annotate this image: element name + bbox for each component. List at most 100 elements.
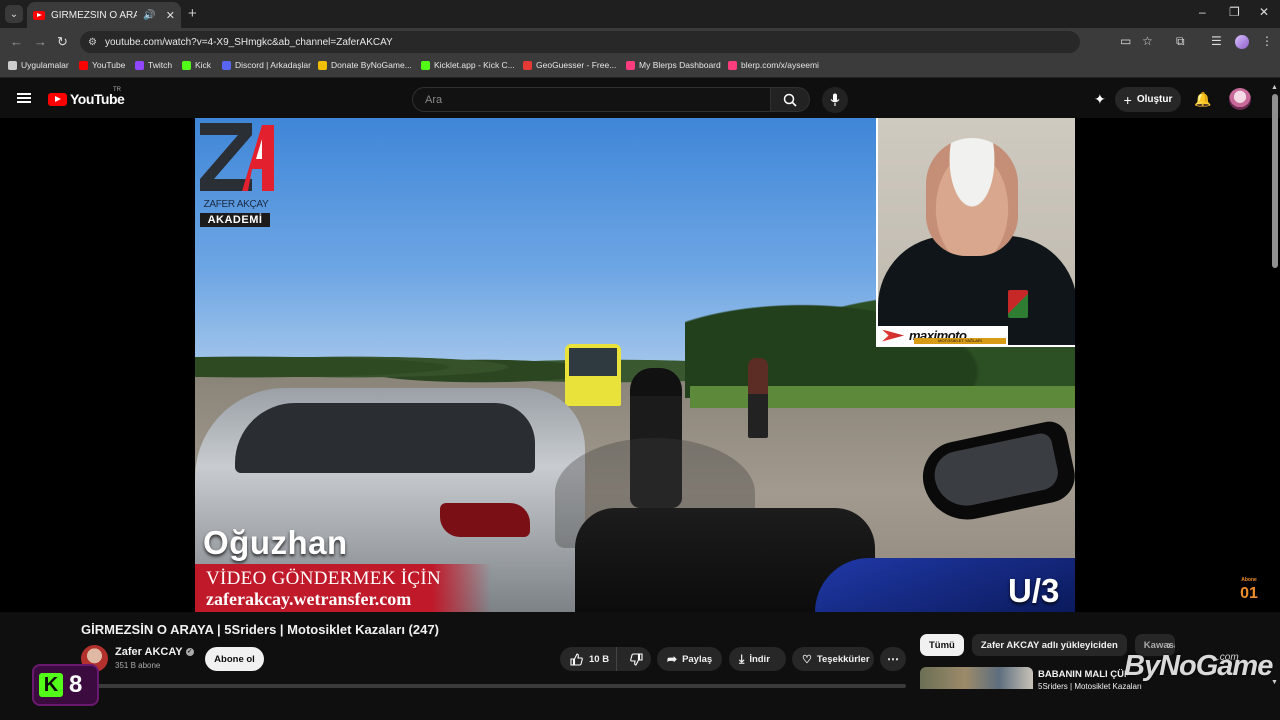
create-button[interactable]: + Oluştur: [1115, 87, 1181, 112]
scrollbar-thumb[interactable]: [1272, 94, 1278, 268]
search-button[interactable]: [770, 87, 810, 112]
forward-icon[interactable]: →: [34, 34, 47, 49]
share-arrow-icon: ➦: [667, 652, 678, 666]
audio-playing-icon[interactable]: 🔊: [143, 10, 155, 21]
notifications-bell-icon[interactable]: 🔔: [1194, 91, 1211, 108]
maximoto-sponsor-logo: maximoto MOTOSİKLET YAĞLARI: [878, 326, 1008, 345]
blerp-icon: [728, 60, 737, 70]
region-code: TR: [113, 87, 121, 93]
channel-name-link[interactable]: Zafer AKCAY ✓: [115, 646, 194, 658]
site-info-icon[interactable]: ⚙: [88, 37, 97, 48]
description-divider: [81, 684, 906, 688]
geoguesser-icon: [523, 60, 532, 70]
discord-icon: [222, 60, 231, 70]
youtube-play-icon: [48, 92, 67, 106]
download-label: İndir: [749, 653, 770, 665]
microphone-icon: [830, 93, 840, 106]
profile-avatar[interactable]: [1235, 35, 1249, 49]
verified-check-icon: ✓: [185, 648, 194, 657]
browser-tab-active[interactable]: GİRMEZSİN O ARAYA | 5Sriders 🔊 ✕: [27, 2, 181, 28]
youtube-logo[interactable]: YouTube TR: [48, 87, 125, 107]
recommendation-title[interactable]: BABANIN MALI ÇÜNKÜ: [1038, 669, 1128, 680]
browser-menu-icon[interactable]: ⋮: [1261, 34, 1273, 48]
bookmark-blerps-dashboard[interactable]: My Blerps Dashboard: [626, 60, 721, 70]
presenter-picture-in-picture: maximoto MOTOSİKLET YAĞLARI: [876, 118, 1075, 347]
minimize-icon[interactable]: –: [1199, 5, 1206, 19]
sparkle-icon[interactable]: ✦: [1094, 91, 1106, 108]
blerp-icon: [626, 60, 635, 70]
search-input[interactable]: Ara: [412, 87, 771, 112]
bookmark-twitch[interactable]: Twitch: [135, 60, 172, 70]
bookmark-youtube[interactable]: YouTube: [79, 60, 125, 70]
cast-icon[interactable]: ▭: [1120, 34, 1131, 48]
bookmark-blerp[interactable]: blerp.com/x/ayseemi: [728, 60, 819, 70]
dislike-button[interactable]: [622, 647, 651, 671]
tab-search-button[interactable]: ⌄: [5, 5, 23, 23]
voice-search-button[interactable]: [822, 87, 848, 113]
media-control-icon[interactable]: ☰: [1211, 34, 1222, 48]
like-button[interactable]: 10 B: [560, 647, 617, 671]
search-icon: [783, 93, 797, 107]
extensions-icon[interactable]: ⧉: [1176, 34, 1185, 49]
subscribe-watermark[interactable]: Abone 01: [1236, 578, 1262, 604]
plus-icon: +: [1123, 91, 1132, 108]
bookmark-donate-bynogame[interactable]: Donate ByNoGame...: [318, 60, 412, 70]
create-label: Oluştur: [1136, 94, 1173, 105]
bynogame-domain: .com: [1217, 652, 1239, 663]
bookmark-geoguesser[interactable]: GeoGuesser - Free...: [523, 60, 616, 70]
shirt-logo-icon: [1008, 290, 1028, 318]
like-count: 10 B: [589, 653, 610, 665]
guide-menu-icon[interactable]: [17, 93, 31, 103]
youtube-icon: [79, 60, 88, 70]
scroll-down-icon[interactable]: ▼: [1271, 679, 1278, 686]
scroll-up-icon[interactable]: ▲: [1271, 84, 1278, 91]
tab-close-icon[interactable]: ✕: [166, 9, 175, 22]
thanks-button[interactable]: ♡ Teşekkürler: [792, 647, 874, 671]
bookmark-kicklet[interactable]: Kicklet.app - Kick C...: [421, 60, 515, 70]
reload-icon[interactable]: ↻: [57, 34, 68, 50]
thanks-label: Teşekkürler: [816, 653, 870, 665]
share-button[interactable]: ➦ Paylaş: [657, 647, 722, 671]
restore-icon[interactable]: ❐: [1229, 5, 1240, 19]
recommendation-subtitle: 5Sriders | Motosiklet Kazaları: [1038, 682, 1142, 691]
za-logo-icon: [200, 123, 274, 191]
youtube-favicon-icon: [33, 10, 45, 20]
tab-strip: ⌄ GİRMEZSİN O ARAYA | 5Sriders 🔊 ✕ + – ❐…: [0, 0, 1280, 28]
new-tab-button[interactable]: +: [188, 5, 197, 22]
send-video-url: zaferakcay.wetransfer.com: [206, 589, 412, 609]
bookmark-uygulamalar[interactable]: Uygulamalar: [8, 60, 69, 70]
youtube-wordmark: YouTube: [70, 91, 125, 107]
back-icon[interactable]: ←: [10, 34, 23, 49]
apps-grid-icon: [8, 60, 17, 70]
address-bar[interactable]: ⚙ youtube.com/watch?v=4-X9_SHmgkc&ab_cha…: [80, 31, 1080, 53]
bookmark-discord[interactable]: Discord | Arkadaşlar: [222, 60, 311, 70]
window-close-icon[interactable]: ✕: [1259, 5, 1269, 19]
recommendation-thumbnail[interactable]: [920, 667, 1033, 689]
zafer-akcay-academy-logo: ZAFER AKÇAY AKADEMİ: [198, 121, 274, 227]
more-dots-icon: ⋯: [887, 652, 899, 666]
kick-icon: [182, 60, 191, 70]
more-actions-button[interactable]: ⋯: [880, 647, 906, 671]
bynogame-icon: [318, 60, 327, 70]
kick-logo-icon: K: [39, 673, 63, 697]
watermark-top-text: Abone: [1241, 577, 1257, 583]
twitch-icon: [135, 60, 144, 70]
chip-from-uploader[interactable]: Zafer AKCAY adlı yükleyiciden: [971, 634, 1127, 656]
subscribe-button[interactable]: Abone ol: [205, 647, 264, 671]
bookmark-star-icon[interactable]: ☆: [1142, 34, 1153, 48]
video-title: GİRMEZSİN O ARAYA | 5Sriders | Motosikle…: [81, 622, 439, 637]
sender-name: Oğuzhan: [203, 524, 348, 561]
chip-all[interactable]: Tümü: [920, 634, 964, 656]
download-button[interactable]: ⤓ İndir: [729, 647, 786, 671]
watermark-number: 01: [1240, 585, 1258, 602]
bookmark-kick[interactable]: Kick: [182, 60, 211, 70]
browser-toolbar: ← → ↻ ⚙ youtube.com/watch?v=4-X9_SHmgkc&…: [0, 28, 1280, 56]
bookmarks-bar: Uygulamalar YouTube Twitch Kick Discord …: [0, 56, 1280, 78]
thumbs-down-icon: [630, 652, 643, 666]
share-label: Paylaş: [682, 653, 713, 665]
sponsor-subtitle: MOTOSİKLET YAĞLARI: [914, 338, 1006, 344]
send-video-label: VİDEO GÖNDERMEK İÇİN: [206, 568, 442, 589]
presenter-face: [926, 138, 1018, 256]
logo-akademi-text: AKADEMİ: [200, 213, 270, 227]
account-avatar[interactable]: [1229, 88, 1251, 110]
